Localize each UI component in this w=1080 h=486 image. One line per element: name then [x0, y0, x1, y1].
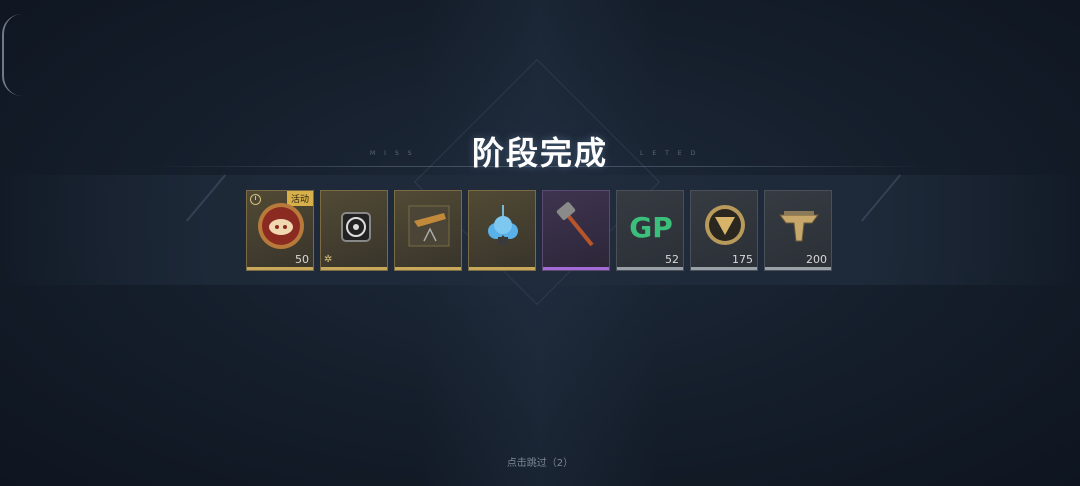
gear-icon: ✲ — [324, 254, 333, 265]
svg-text:GP: GP — [629, 211, 673, 244]
rarity-bar — [765, 267, 831, 270]
cloud-charm-icon — [488, 205, 518, 245]
gold-emblem-icon — [705, 205, 745, 245]
reward-item[interactable]: 200 — [764, 190, 832, 271]
left-arc-decoration — [2, 14, 24, 96]
gp-currency-icon: GP — [629, 211, 673, 244]
rarity-bar — [395, 267, 461, 270]
rarity-bar — [691, 267, 757, 270]
reward-count: 200 — [806, 253, 827, 266]
reward-item[interactable]: GP 52 — [616, 190, 684, 271]
page-title: 阶段完成 — [471, 134, 608, 172]
rarity-bar — [469, 267, 535, 270]
rarity-bar — [321, 267, 387, 270]
reward-item[interactable]: ✲ — [320, 190, 388, 271]
reward-count: 175 — [732, 253, 753, 266]
reward-count: 50 — [295, 253, 309, 266]
coin-piggy-icon — [258, 203, 304, 249]
reward-item[interactable] — [394, 190, 462, 271]
reward-list: 活动 50 ✲ GP 52 175 200 — [246, 190, 832, 271]
reward-item[interactable] — [542, 190, 610, 271]
reward-item[interactable] — [468, 190, 536, 271]
rarity-bar — [247, 267, 313, 270]
reward-count: 52 — [665, 253, 679, 266]
hammer-skin-icon — [556, 202, 594, 247]
reward-item[interactable]: 175 — [690, 190, 758, 271]
badge-emblem-icon — [341, 212, 371, 242]
weapon-blueprint-icon — [408, 205, 450, 247]
skip-hint[interactable]: 点击跳过（2） — [0, 454, 1080, 469]
rarity-bar — [617, 267, 683, 270]
rarity-bar — [543, 267, 609, 270]
reward-item[interactable]: 活动 50 — [246, 190, 314, 271]
tier-badge-icon — [779, 211, 819, 242]
